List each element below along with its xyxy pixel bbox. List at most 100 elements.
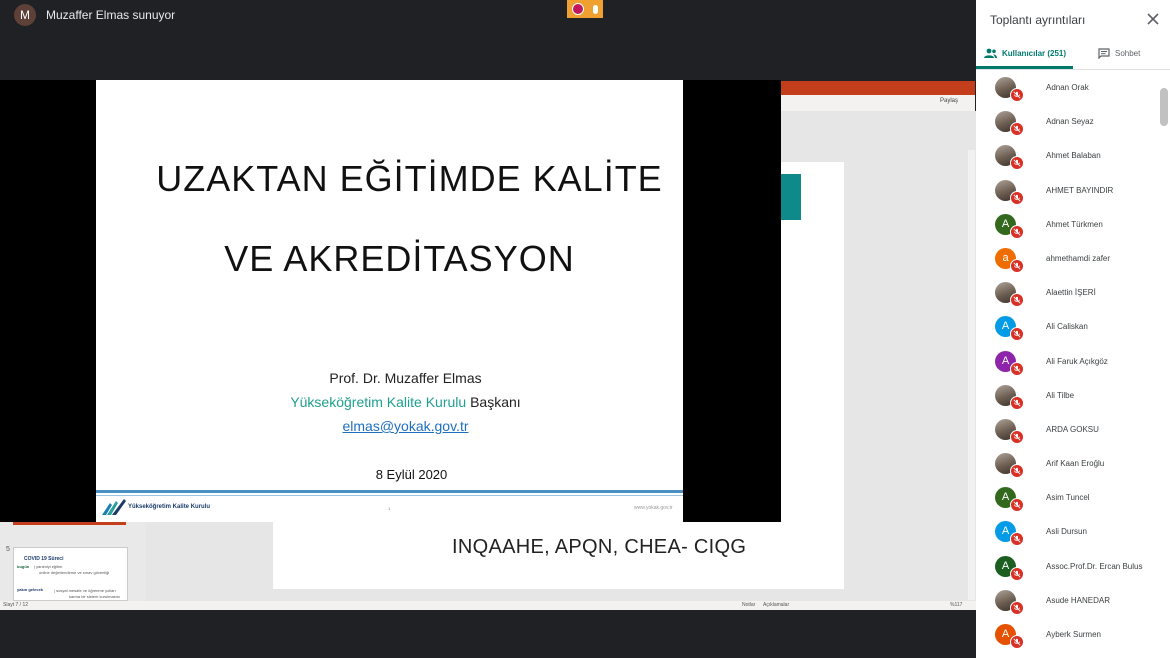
thumb-number: 5 — [6, 546, 10, 553]
tab-divider — [976, 69, 1170, 70]
notes-button[interactable]: Notlar — [742, 602, 755, 608]
mic-muted-icon — [1010, 224, 1024, 239]
tab-chat[interactable]: Sohbet — [1098, 48, 1140, 59]
participant-row[interactable]: Arif Kaan Eroğlu — [976, 447, 1170, 481]
slide-url: www.yokak.gov.tr — [634, 505, 673, 511]
participant-row[interactable]: Ahmet Balaban — [976, 139, 1170, 173]
panel-title: Toplantı ayrıntıları — [990, 13, 1086, 27]
presenter-avatar: M — [14, 4, 36, 26]
thumb-title: COVID 19 Süreci — [24, 556, 64, 562]
participant-name: Adnan Seyaz — [1046, 117, 1094, 127]
participant-name: AHMET BAYINDIR — [1046, 185, 1114, 195]
participant-name: Ali Faruk Açıkgöz — [1046, 356, 1108, 366]
mic-muted-icon — [1010, 293, 1024, 308]
tab-participants-label: Kullanıcılar (251) — [1002, 48, 1067, 58]
participant-name: Asli Dursun — [1046, 527, 1087, 537]
yokak-logo-icon — [102, 499, 126, 515]
thumb-line: online değerlendirme ve sınav güvenliği — [39, 570, 110, 575]
slide-org-role: Başkanı — [466, 394, 521, 410]
participant-name: Assoc.Prof.Dr. Ercan Bulus — [1046, 561, 1143, 571]
mic-muted-icon — [1010, 327, 1024, 342]
ppt-teal-block — [781, 174, 801, 220]
browser-tray[interactable] — [567, 0, 603, 18]
participant-name: Arif Kaan Eroğlu — [1046, 459, 1105, 469]
ppt-slide-text: INQAAHE, APQN, CHEA- CIQG — [452, 536, 747, 558]
thumb-line: bugün — [17, 564, 30, 569]
zoom-level[interactable]: %117 — [950, 602, 962, 608]
tab-chat-label: Sohbet — [1115, 49, 1141, 58]
microphone-icon[interactable] — [593, 4, 599, 14]
mic-muted-icon — [1010, 395, 1024, 410]
ppt-titlebar — [781, 81, 975, 95]
participant-name: ahmethamdi zafer — [1046, 253, 1111, 263]
thumb-line: | sosyal mesafe ve öğrenme yolları — [54, 588, 116, 593]
participant-row[interactable]: a ahmethamdi zafer — [976, 242, 1170, 276]
slide-title-line2: VE AKREDİTASYON — [224, 238, 575, 279]
mic-muted-icon — [1010, 361, 1024, 376]
thumb-line: yakın gelecek — [17, 587, 44, 592]
slide-title-line1: UZAKTAN EĞİTİMDE KALİTE — [156, 158, 663, 199]
participant-row[interactable]: A Ayberk Surmen — [976, 618, 1170, 652]
participant-row[interactable]: Adnan Orak — [976, 71, 1170, 105]
thumb-line: karma bir sistem kurulmasını — [69, 594, 121, 599]
participant-row[interactable]: Asude HANEDAR — [976, 584, 1170, 618]
comments-button[interactable]: Açıklamalar — [763, 602, 789, 608]
mic-muted-icon — [1010, 190, 1024, 205]
slide-footer-org: Yükseköğretim Kalite Kurulu — [128, 504, 211, 510]
meeting-details-panel: Toplantı ayrıntıları Kullanıcılar (251) … — [976, 0, 1170, 658]
participant-row[interactable]: A Asim Tuncel — [976, 481, 1170, 515]
mic-muted-icon — [1010, 498, 1024, 513]
participant-row[interactable]: A Ali Faruk Açıkgöz — [976, 345, 1170, 379]
firefox-icon[interactable] — [571, 3, 584, 15]
top-bar: M Muzaffer Elmas sunuyor — [0, 0, 976, 30]
participant-row[interactable]: A Asli Dursun — [976, 515, 1170, 549]
participant-name: Adnan Orak — [1046, 83, 1089, 92]
mic-muted-icon — [1010, 566, 1024, 581]
presenter-label: Muzaffer Elmas sunuyor — [46, 8, 176, 22]
thumb-line: | yanlmiyi eğitim — [34, 564, 63, 569]
participant-list[interactable]: Adnan Orak Adnan Seyaz Ahmet Balaban AHMET … — [976, 71, 1170, 658]
mic-muted-icon — [1010, 464, 1024, 479]
participant-name: Asim Tuncel — [1046, 493, 1090, 503]
letterbox-left — [0, 80, 96, 522]
participant-row[interactable]: A Ali Caliskan — [976, 310, 1170, 344]
mic-muted-icon — [1010, 156, 1024, 171]
participant-row[interactable]: AHMET BAYINDIR — [976, 174, 1170, 208]
mic-muted-icon — [1010, 88, 1024, 102]
participant-row[interactable]: ARDA GOKSU — [976, 413, 1170, 447]
participant-row[interactable]: Adnan Seyaz — [976, 105, 1170, 139]
ppt-scrollbar[interactable] — [968, 150, 975, 600]
ppt-slide-thumbnail[interactable]: COVID 19 Süreci bugün | yanlmiyi eğitim … — [13, 547, 128, 601]
participant-name: Ahmet Türkmen — [1046, 219, 1103, 229]
participant-row[interactable]: Ali Tilbe — [976, 379, 1170, 413]
participant-name: Ali Caliskan — [1046, 322, 1088, 332]
slide-date: 8 Eylül 2020 — [375, 467, 448, 482]
mic-muted-icon — [1010, 600, 1024, 615]
participant-name: Asude HANEDAR — [1046, 595, 1111, 605]
participant-scrollbar[interactable] — [1160, 88, 1168, 126]
participant-name: Ali Tilbe — [1046, 390, 1075, 400]
ppt-thumb-strip — [13, 522, 126, 525]
ppt-share-button[interactable]: Paylaş — [940, 98, 958, 104]
people-icon — [984, 48, 997, 58]
mic-muted-icon — [1010, 635, 1024, 649]
slide-org: Yükseköğretim Kalite Kurulu Başkanı — [112, 394, 699, 410]
mic-muted-icon — [1010, 429, 1024, 444]
slide-org-name: Yükseköğretim Kalite Kurulu — [290, 394, 467, 410]
slide-author: Prof. Dr. Muzaffer Elmas — [329, 370, 482, 386]
slide-email-link[interactable]: elmas@yokak.gov.tr — [112, 418, 699, 434]
slide-page-number: 1 — [388, 506, 391, 511]
participant-row[interactable]: Alaettin İŞERİ — [976, 276, 1170, 310]
participant-row[interactable]: A Assoc.Prof.Dr. Ercan Bulus — [976, 550, 1170, 584]
slide-footer-rule — [96, 490, 683, 493]
participant-name: Ahmet Balaban — [1046, 151, 1101, 161]
tab-participants[interactable]: Kullanıcılar (251) — [984, 48, 1066, 58]
slide-footer-rule — [96, 495, 683, 496]
participant-row[interactable]: A Ahmet Türkmen — [976, 208, 1170, 242]
ppt-status-bar: Slayt 7 / 12 Notlar Açıklamalar %117 — [0, 601, 976, 610]
participant-name: ARDA GOKSU — [1046, 424, 1099, 434]
presented-slide: UZAKTAN EĞİTİMDE KALİTE VE AKREDİTASYON … — [96, 80, 683, 522]
chat-icon — [1098, 48, 1110, 59]
participant-name: Alaettin İŞERİ — [1046, 288, 1096, 298]
close-icon[interactable] — [1146, 12, 1160, 26]
